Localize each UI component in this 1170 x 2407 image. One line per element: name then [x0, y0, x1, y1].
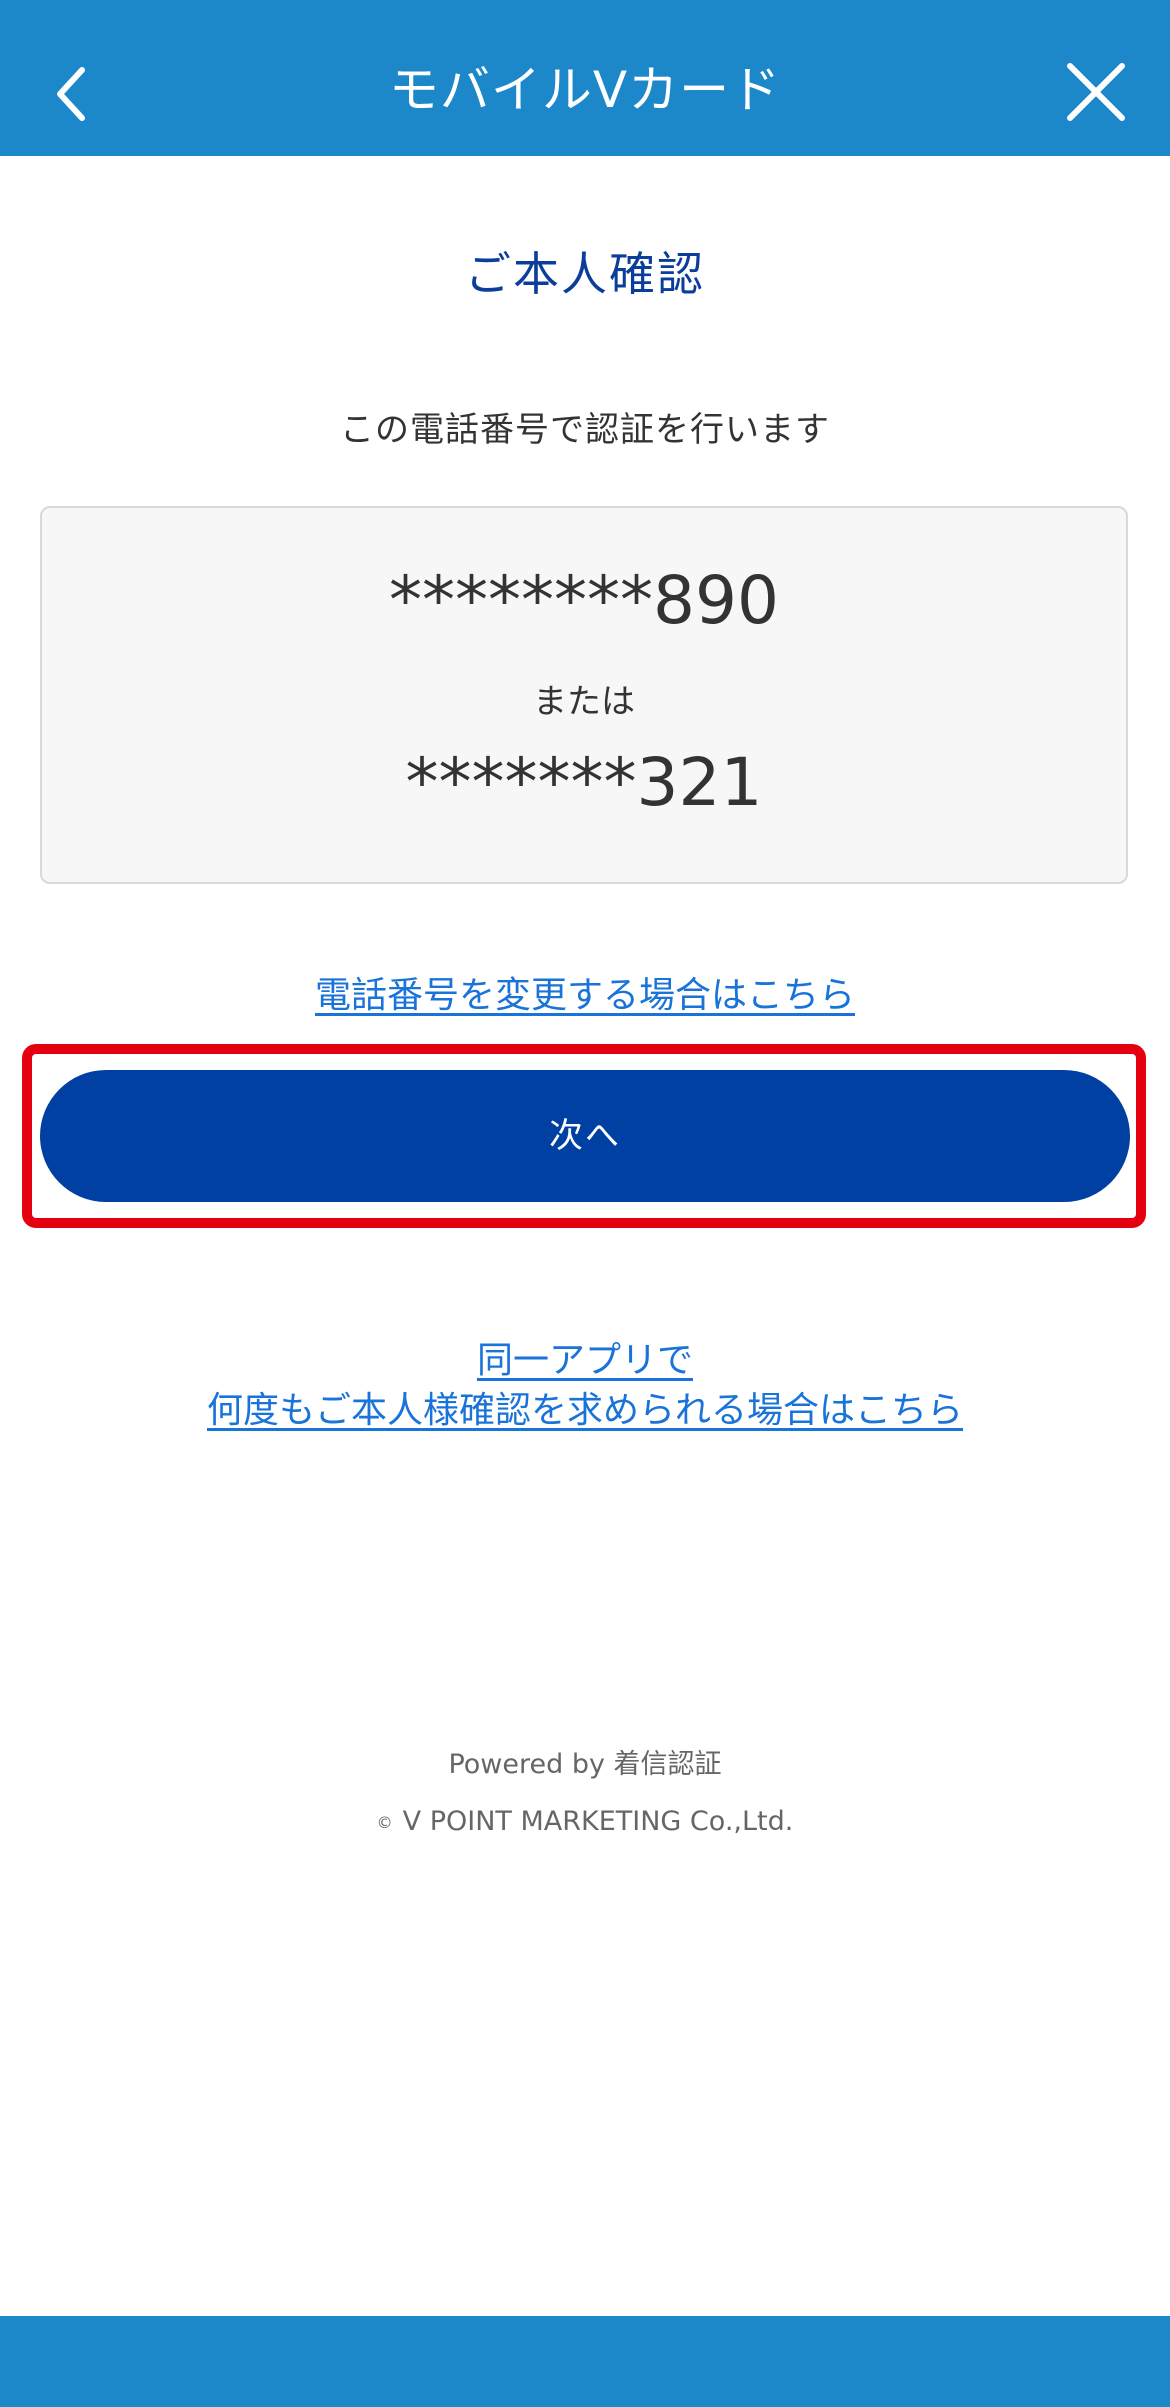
or-separator: または: [533, 682, 635, 722]
close-icon: [1067, 63, 1125, 121]
back-button[interactable]: [40, 50, 104, 134]
lead-text: この電話番号で認証を行います: [340, 410, 830, 450]
header-title: モバイルVカード: [388, 61, 782, 119]
repeat-link-line1: 同一アプリで: [476, 1340, 693, 1381]
change-phone-link[interactable]: 電話番号を変更する場合はこちら: [0, 966, 1170, 1018]
next-button[interactable]: 次へ: [40, 1070, 1130, 1202]
copyright: © V POINT MARKETING Co.,Ltd.: [0, 1806, 1170, 1837]
phone-number-box: ********890 または *******321: [40, 506, 1128, 884]
phone-number-primary: ********890: [389, 562, 779, 639]
repeat-verification-link[interactable]: 同一アプリで 何度もご本人様確認を求められる場合はこちら: [0, 1336, 1170, 1436]
chevron-left-icon: [57, 67, 85, 121]
page-title: ご本人確認: [465, 247, 705, 301]
copyright-symbol: ©: [376, 1813, 393, 1832]
repeat-link-line2: 何度もご本人様確認を求められる場合はこちら: [206, 1390, 963, 1431]
footer-bar: [0, 2316, 1170, 2407]
powered-by-text: Powered by 着信認証: [448, 1749, 722, 1780]
close-button[interactable]: [1060, 56, 1132, 128]
copyright-text: V POINT MARKETING Co.,Ltd.: [402, 1806, 794, 1837]
phone-number-secondary: *******321: [405, 744, 763, 821]
app-header: モバイルVカード: [0, 0, 1170, 156]
